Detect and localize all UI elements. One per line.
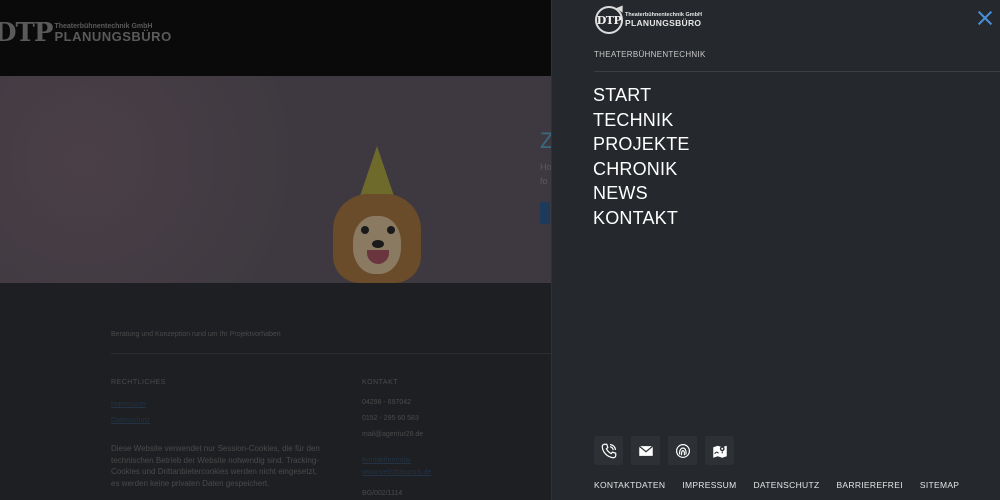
background-logo-big: PLANUNGSBÜRO	[54, 29, 172, 44]
footer-link-kontaktdaten[interactable]: KONTAKTDATEN	[594, 480, 665, 490]
menu-logo[interactable]: DTP Theaterbühnentechnik GmbH PLANUNGSBÜ…	[595, 3, 702, 34]
main-nav: START TECHNIK PROJEKTE CHRONIK NEWS KONT…	[593, 83, 690, 230]
nav-item-start[interactable]: START	[593, 83, 690, 108]
contact-icons	[594, 436, 734, 465]
menu-panel: DTP Theaterbühnentechnik GmbH PLANUNGSBÜ…	[551, 0, 1000, 500]
shape-icon[interactable]	[668, 436, 697, 465]
footer-divider	[111, 353, 551, 354]
footer-email: mail@agentur28.de	[362, 431, 424, 438]
map-icon[interactable]	[705, 436, 734, 465]
cookie-notice: Diese Website verwendet nur Session-Cook…	[111, 444, 320, 488]
mail-icon[interactable]	[631, 436, 660, 465]
nav-item-news[interactable]: NEWS	[593, 181, 690, 206]
footer-legal-heading: RECHTLICHES	[111, 379, 166, 386]
footer-datenschutz-link: Datenschutz	[111, 417, 150, 424]
footer-tagline: Beratung und Konzeption rund um Ihr Proj…	[111, 331, 281, 338]
logo-ring-icon: DTP	[595, 3, 626, 34]
nav-item-kontakt[interactable]: KONTAKT	[593, 206, 690, 231]
phone-icon[interactable]	[594, 436, 623, 465]
close-icon[interactable]	[977, 10, 993, 26]
footer-website-link: www.weltstrasgruis.de	[362, 469, 432, 476]
background-logo: DTP Theaterbühnentechnik GmbH PLANUNGSBÜ…	[0, 18, 172, 48]
menu-divider	[594, 71, 1000, 72]
background-hero-text: fo	[540, 176, 548, 186]
menu-footer-links: KONTAKTDATEN IMPRESSUM DATENSCHUTZ BARRI…	[594, 480, 959, 490]
footer-contact-heading: KONTAKT	[362, 379, 399, 386]
nav-item-technik[interactable]: TECHNIK	[593, 108, 690, 133]
footer-link-barrierefrei[interactable]: BARRIEREFREI	[836, 480, 902, 490]
footer-impressum-link: Impressum	[111, 401, 146, 408]
footer-phone: 04298 - 697042	[362, 399, 412, 406]
background-hero-text: Ho	[540, 162, 552, 172]
dog-image	[333, 186, 421, 283]
menu-logo-mark: DTP	[596, 13, 622, 27]
footer-mobile: 0152 - 295 60 583	[362, 415, 419, 422]
nav-item-chronik[interactable]: CHRONIK	[593, 157, 690, 182]
footer-link-impressum[interactable]: IMPRESSUM	[682, 480, 736, 490]
footer-link-sitemap[interactable]: SITEMAP	[920, 480, 959, 490]
footer-link-datenschutz[interactable]: DATENSCHUTZ	[753, 480, 819, 490]
background-logo-mark: DTP	[0, 18, 53, 48]
footer-contact-form-link: Kontaktformular	[362, 457, 412, 464]
nav-item-projekte[interactable]: PROJEKTE	[593, 132, 690, 157]
menu-logo-big: PLANUNGSBÜRO	[625, 17, 702, 28]
background-hero-button	[540, 202, 550, 224]
menu-section-title: THEATERBÜHNENTECHNIK	[594, 50, 706, 59]
footer-registration: BG/002/1114	[362, 490, 403, 497]
